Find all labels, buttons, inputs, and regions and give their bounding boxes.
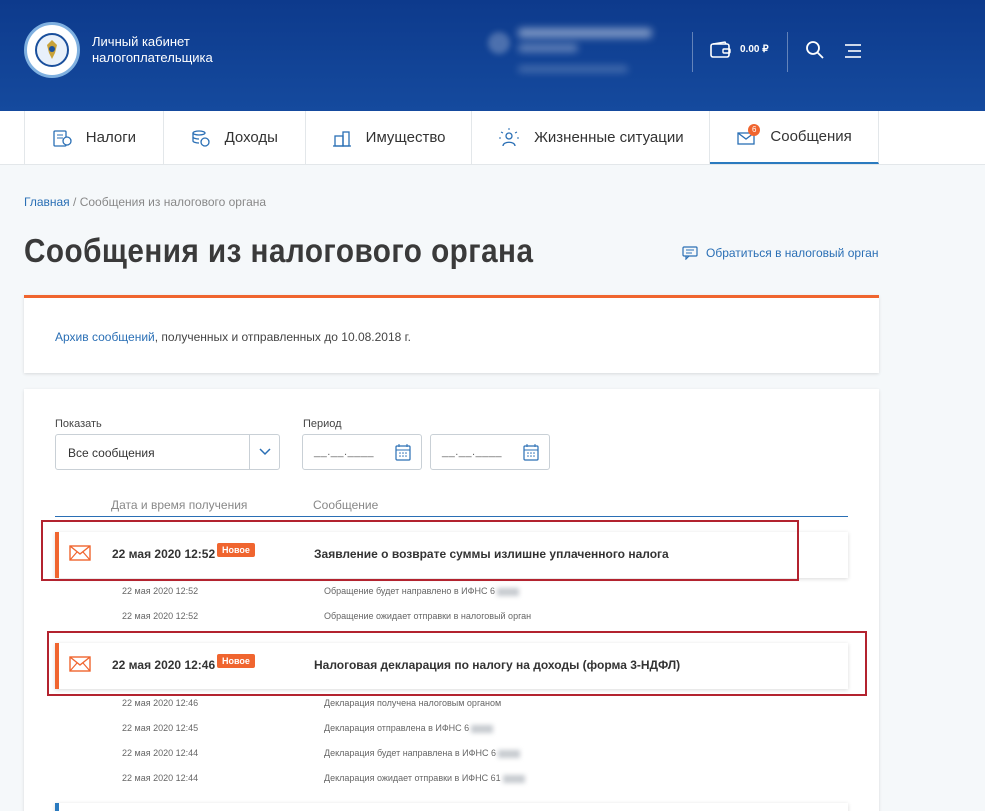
chevron-down-icon[interactable] — [249, 435, 279, 469]
redacted-blur — [497, 749, 520, 758]
column-header-message: Сообщение — [313, 498, 379, 512]
date-placeholder: __.__.____ — [442, 446, 503, 458]
highlight-box — [47, 631, 867, 696]
income-icon — [191, 129, 210, 147]
archive-link[interactable]: Архив сообщений — [55, 330, 155, 344]
life-situations-icon — [499, 127, 520, 146]
show-filter-label: Показать — [55, 418, 102, 430]
column-header-date: Дата и время получения — [111, 498, 248, 512]
redacted-blur — [496, 587, 519, 596]
period-label: Период — [303, 418, 342, 430]
messages-count-badge: 6 — [748, 124, 761, 136]
taxes-icon — [53, 129, 72, 147]
nav-item-messages[interactable]: 6 Сообщения — [710, 111, 879, 164]
history-datetime: 22 мая 2020 12:52 — [122, 586, 199, 596]
nav-label: Доходы — [224, 129, 278, 146]
period-from-input[interactable]: __.__.____ — [302, 434, 422, 470]
nav-label: Налоги — [85, 129, 137, 146]
balance-button[interactable]: 0.00 ₽ — [710, 41, 769, 58]
breadcrumb-separator: / — [69, 195, 80, 209]
archive-description: , полученных и отправленных до 10.08.201… — [154, 330, 411, 344]
contact-link-label: Обратиться в налоговый орган — [706, 246, 879, 260]
message-history-item: 22 мая 2020 12:44 Декларация ожидает отп… — [122, 773, 525, 783]
message-history-item: 22 мая 2020 12:45 Декларация отправлена … — [122, 723, 494, 733]
balance-value: 0.00 ₽ — [740, 44, 769, 55]
breadcrumb: Главная / Сообщения из налогового органа — [24, 195, 266, 209]
top-header: Личный кабинет налогоплательщика 0.00 ₽ — [0, 0, 985, 111]
contact-tax-office-link[interactable]: Обратиться в налоговый орган — [682, 246, 878, 260]
history-datetime: 22 мая 2020 12:45 — [122, 723, 199, 733]
show-filter-select[interactable]: Все сообщения — [55, 434, 280, 470]
menu-icon[interactable] — [844, 43, 862, 64]
history-text: Обращение будет направлено в ИФНС 6 — [324, 586, 495, 596]
nav-item-life-situations[interactable]: Жизненные ситуации — [472, 111, 711, 164]
calendar-icon[interactable] — [395, 443, 411, 466]
nav-item-property[interactable]: Имущество — [306, 111, 473, 164]
highlight-box — [41, 520, 799, 581]
brand-line-2: налогоплательщика — [92, 50, 213, 65]
history-datetime: 22 мая 2020 12:44 — [122, 773, 199, 783]
archive-card: Архив сообщений, полученных и отправленн… — [24, 295, 879, 373]
breadcrumb-home-link[interactable]: Главная — [24, 195, 70, 209]
nav-label: Имущество — [365, 129, 446, 146]
message-row-partial[interactable] — [55, 803, 848, 811]
nav-label: Жизненные ситуации — [534, 129, 684, 146]
property-icon — [332, 130, 351, 147]
nav-label: Сообщения — [770, 128, 852, 145]
history-text: Декларация получена налоговым органом — [324, 698, 502, 708]
table-header-divider — [55, 516, 848, 517]
wallet-icon — [710, 41, 731, 58]
message-history-item: 22 мая 2020 12:46 Декларация получена на… — [122, 698, 501, 708]
history-datetime: 22 мая 2020 12:52 — [122, 611, 199, 621]
redacted-blur — [502, 774, 525, 783]
period-to-input[interactable]: __.__.____ — [430, 434, 550, 470]
message-history-item: 22 мая 2020 12:52 Обращение будет направ… — [122, 586, 519, 596]
redacted-blur — [471, 724, 494, 733]
page-title: Сообщения из налогового органа — [24, 232, 534, 269]
nav-item-taxes[interactable]: Налоги — [25, 111, 164, 164]
header-divider — [692, 32, 693, 72]
message-history-item: 22 мая 2020 12:44 Декларация будет напра… — [122, 748, 520, 758]
user-profile-blurred[interactable] — [488, 26, 668, 74]
search-icon[interactable] — [805, 40, 825, 65]
fns-logo[interactable] — [24, 22, 80, 78]
calendar-icon[interactable] — [523, 443, 539, 466]
archive-text: Архив сообщений, полученных и отправленн… — [55, 330, 411, 344]
history-text: Декларация отправлена в ИФНС 6 — [324, 723, 470, 733]
history-text: Декларация будет направлена в ИФНС 6 — [324, 748, 496, 758]
main-nav: Налоги Доходы Имущество Жизненные ситуац… — [0, 111, 985, 165]
messages-card: Показать Все сообщения Период __.__.____… — [24, 389, 879, 811]
show-filter-value: Все сообщения — [68, 446, 155, 460]
header-divider — [787, 32, 788, 72]
message-history-item: 22 мая 2020 12:52 Обращение ожидает отпр… — [122, 611, 531, 621]
date-placeholder: __.__.____ — [314, 446, 375, 458]
brand-title[interactable]: Личный кабинет налогоплательщика — [92, 34, 213, 66]
chat-icon — [682, 246, 698, 260]
history-text: Обращение ожидает отправки в налоговый о… — [324, 611, 532, 621]
nav-item-income[interactable]: Доходы — [164, 111, 306, 164]
history-datetime: 22 мая 2020 12:44 — [122, 748, 199, 758]
breadcrumb-current: Сообщения из налогового органа — [79, 195, 267, 209]
brand-line-1: Личный кабинет — [92, 34, 190, 49]
history-datetime: 22 мая 2020 12:46 — [122, 698, 199, 708]
history-text: Декларация ожидает отправки в ИФНС 61 — [324, 773, 501, 783]
